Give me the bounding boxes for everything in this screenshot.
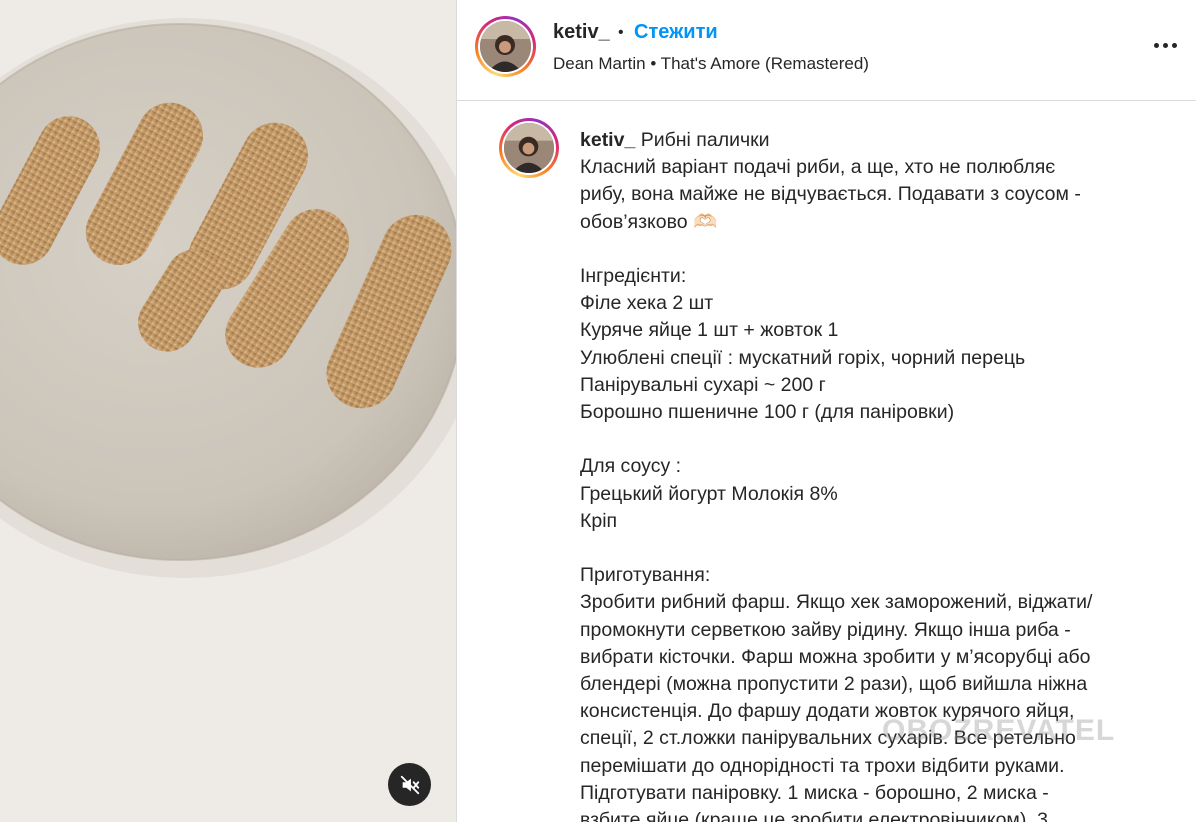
- post-caption: ketiv_ Рибні палички Класний варіант пода…: [457, 101, 1196, 822]
- author-username[interactable]: ketiv_: [553, 21, 610, 44]
- caption-line: Приготування:: [580, 564, 711, 587]
- post-media[interactable]: [0, 0, 456, 822]
- caption-line: блендері (можна пропустити 2 рази), щоб …: [580, 673, 1088, 696]
- caption-line: Куряче яйце 1 шт + жовток 1: [580, 319, 839, 342]
- caption-line: рибу, вона майже не відчувається. Подава…: [580, 183, 1081, 206]
- caption-line: Філе хека 2 шт: [580, 292, 714, 315]
- post-header: ketiv_ • Стежити Dean Martin • That's Am…: [457, 0, 1196, 101]
- header-separator: •: [618, 24, 624, 41]
- follow-button[interactable]: Стежити: [634, 21, 718, 44]
- caption-line: Борошно пшеничне 100 г (для паніровки): [580, 401, 955, 424]
- caption-avatar[interactable]: [499, 118, 559, 178]
- volume-muted-icon: [400, 775, 419, 794]
- fish-sticks-photo: [0, 0, 456, 822]
- more-horizontal-icon: [1153, 42, 1159, 48]
- caption-line: Панірувальні сухарі ~ 200 г: [580, 373, 826, 396]
- caption-line: Зробити рибний фарш. Якщо хек заморожени…: [580, 591, 1093, 614]
- caption-line: Для соусу :: [580, 455, 682, 478]
- caption-line: Класний варіант подачі риби, а ще, хто н…: [580, 156, 1056, 179]
- profile-photo: [480, 21, 531, 72]
- mute-button[interactable]: [388, 763, 431, 806]
- caption-line: [580, 426, 1140, 453]
- caption-line: спеції, 2 ст.ложки панірувальних сухарів…: [580, 727, 1076, 750]
- more-options-button[interactable]: [1147, 30, 1183, 60]
- caption-line: [580, 236, 1140, 263]
- caption-line: консистенція. До фаршу додати жовток кур…: [580, 700, 1075, 723]
- caption-body: Класний варіант подачі риби, а ще, хто н…: [580, 154, 1140, 822]
- caption-line: вибрати кісточки. Фарш можна зробити у м…: [580, 645, 1091, 668]
- caption-line: перемішати до однорідності та трохи відб…: [580, 754, 1065, 777]
- caption-line: Інгредієнти:: [580, 265, 687, 288]
- caption-line: Грецький йогурт Молокія 8%: [580, 482, 838, 505]
- caption-line: обов’язково 🫶🏻: [580, 210, 718, 233]
- caption-text: ketiv_ Рибні палички Класний варіант пода…: [580, 127, 1140, 822]
- post-sidebar: ketiv_ • Стежити Dean Martin • That's Am…: [456, 0, 1196, 822]
- caption-line: взбите яйце (краще це зробити електровін…: [580, 809, 1048, 822]
- caption-username[interactable]: ketiv_: [580, 129, 635, 151]
- author-avatar[interactable]: [475, 16, 536, 77]
- caption-line: промокнути серветкою зайву рідину. Якщо …: [580, 618, 1071, 641]
- caption-line: Кріп: [580, 509, 618, 532]
- caption-title: Рибні палички: [640, 129, 770, 151]
- caption-line: Підготувати паніровку. 1 миска - борошно…: [580, 781, 1049, 804]
- music-attribution[interactable]: Dean Martin • That's Amore (Remastered): [553, 54, 869, 74]
- profile-photo: [504, 123, 554, 173]
- caption-line: Улюблені спеції : мускатний горіх, чорни…: [580, 346, 1026, 369]
- caption-line: [580, 535, 1140, 562]
